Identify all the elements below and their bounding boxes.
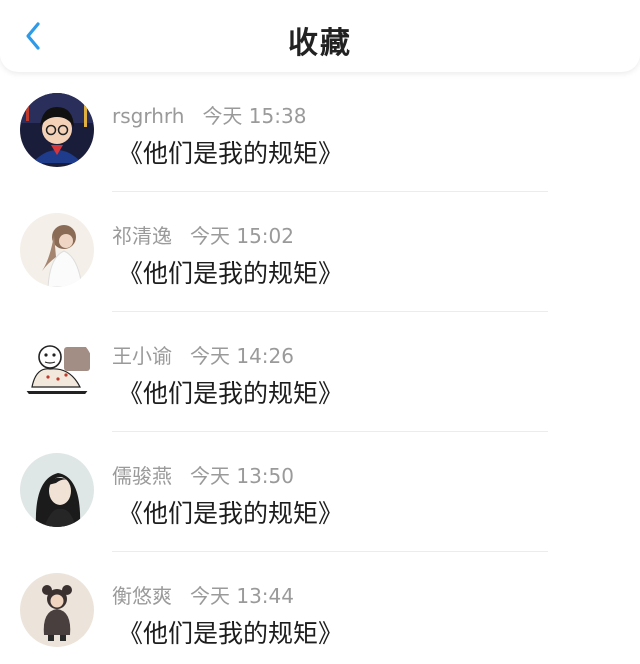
author-name: 衡悠爽 — [112, 584, 172, 608]
avatar[interactable] — [20, 93, 94, 167]
timestamp: 今天 15:38 — [202, 104, 307, 128]
work-title: 《他们是我的规矩》 — [118, 259, 344, 288]
author-name: 王小谕 — [112, 344, 172, 368]
timestamp: 今天 13:50 — [190, 464, 294, 488]
timestamp: 今天 13:44 — [190, 584, 294, 608]
top-bar: 收藏 — [0, 0, 640, 72]
avatar[interactable] — [20, 453, 94, 527]
avatar[interactable] — [20, 333, 94, 407]
list-item[interactable]: 儒骏燕 今天 13:50 《他们是我的规矩》 — [0, 432, 640, 552]
item-meta: 衡悠爽 今天 13:44 — [112, 580, 294, 609]
work-title: 《他们是我的规矩》 — [118, 379, 344, 408]
author-name: 儒骏燕 — [112, 464, 172, 488]
work-title: 《他们是我的规矩》 — [118, 499, 344, 528]
item-meta: 王小谕 今天 14:26 — [112, 340, 294, 369]
page-title: 收藏 — [288, 26, 352, 61]
author-name: 祁清逸 — [112, 224, 172, 248]
item-meta: 儒骏燕 今天 13:50 — [112, 460, 294, 489]
favorites-list: rsgrhrh 今天 15:38 《他们是我的规矩》 祁清逸 今天 15:02 《他… — [0, 72, 640, 664]
work-title: 《他们是我的规矩》 — [118, 139, 344, 168]
avatar[interactable] — [20, 213, 94, 287]
avatar[interactable] — [20, 573, 94, 647]
list-item[interactable]: rsgrhrh 今天 15:38 《他们是我的规矩》 — [0, 72, 640, 192]
author-name: rsgrhrh — [112, 104, 185, 128]
list-item[interactable]: 衡悠爽 今天 13:44 《他们是我的规矩》 — [0, 552, 640, 664]
item-meta: 祁清逸 今天 15:02 — [112, 220, 294, 249]
timestamp: 今天 15:02 — [190, 224, 294, 248]
item-meta: rsgrhrh 今天 15:38 — [112, 100, 306, 129]
timestamp: 今天 14:26 — [190, 344, 294, 368]
list-item[interactable]: 祁清逸 今天 15:02 《他们是我的规矩》 — [0, 192, 640, 312]
work-title: 《他们是我的规矩》 — [118, 619, 344, 648]
list-item[interactable]: 王小谕 今天 14:26 《他们是我的规矩》 — [0, 312, 640, 432]
